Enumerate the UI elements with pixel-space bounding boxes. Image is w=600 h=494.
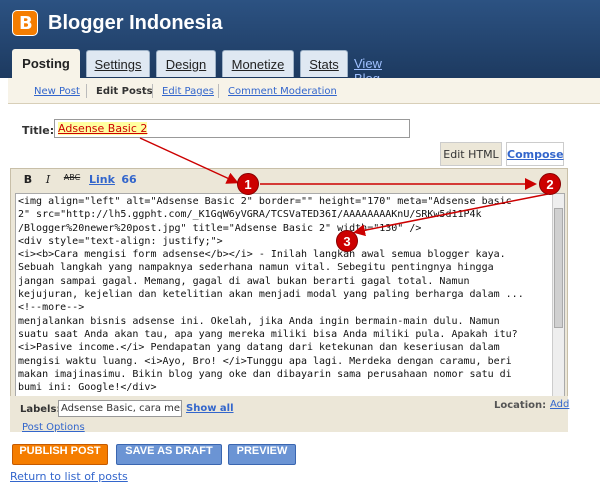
annotation-marker-2: 2 xyxy=(539,173,561,195)
html-line: bumi ini: Google!</div> xyxy=(18,382,157,394)
tab-settings[interactable]: Settings xyxy=(86,50,150,77)
subnav-divider xyxy=(152,84,153,98)
post-title-input[interactable]: Adsense Basic 2 xyxy=(54,119,410,138)
bold-button[interactable]: B xyxy=(21,173,35,193)
html-line: <!--more--> xyxy=(18,302,85,314)
post-meta-bar: Labels: Adsense Basic, cara men Show all… xyxy=(10,396,569,433)
html-line: <img align="left" alt="Adsense Basic 2" … xyxy=(18,196,512,207)
preview-button[interactable]: PREVIEW xyxy=(228,444,296,465)
post-editor: B I ABC Link 66 <img align="left" alt="A… xyxy=(10,168,568,408)
html-line: jangan sampai gagal. Memang, gagal di aw… xyxy=(18,275,470,287)
tab-monetize[interactable]: Monetize xyxy=(222,50,294,77)
subnav-divider xyxy=(86,84,87,98)
subnav-comment-moderation[interactable]: Comment Moderation xyxy=(228,86,337,97)
subnav-edit-posts[interactable]: Edit Posts xyxy=(96,86,153,97)
publish-post-button[interactable]: PUBLISH POST xyxy=(12,444,108,465)
html-editor-textarea[interactable]: <img align="left" alt="Adsense Basic 2" … xyxy=(15,193,565,398)
blockquote-icon[interactable]: 66 xyxy=(121,173,137,193)
show-all-labels-link[interactable]: Show all xyxy=(186,403,234,414)
labels-input[interactable]: Adsense Basic, cara men xyxy=(58,400,182,417)
html-line: Sebuah langkah yang nampaknya sederhana … xyxy=(18,262,494,274)
html-line: mengisi waktu luang. <i>Ayo, Bro! </i>Tu… xyxy=(18,355,512,367)
editor-scrollbar[interactable] xyxy=(552,194,564,397)
html-line: <i><b>Cara mengisi form adsense</b></i> … xyxy=(18,249,506,261)
annotation-marker-3: 3 xyxy=(336,230,358,252)
add-location-link[interactable]: Add xyxy=(550,399,569,410)
blog-header: B Blogger Indonesia Posting Settings Des… xyxy=(0,0,600,86)
tab-compose[interactable]: Compose xyxy=(506,142,564,166)
title-label: Title: xyxy=(22,124,55,137)
labels-label: Labels: xyxy=(20,404,61,415)
html-line: /Blogger%20newer%20post.jpg" title="Adse… xyxy=(18,222,422,234)
subnav-new-post[interactable]: New Post xyxy=(34,86,80,97)
subnav-edit-pages[interactable]: Edit Pages xyxy=(162,86,214,97)
annotation-marker-1: 1 xyxy=(237,173,259,195)
html-line: 2" src="http://lh5.ggpht.com/_K1GqW6yVGR… xyxy=(18,209,482,221)
link-button[interactable]: Link xyxy=(89,173,115,193)
tab-posting[interactable]: Posting xyxy=(12,49,80,78)
html-line: <i>Pasive income.</i> Pendapatan yang da… xyxy=(18,342,500,354)
save-as-draft-button[interactable]: SAVE AS DRAFT xyxy=(116,444,222,465)
return-to-posts-link[interactable]: Return to list of posts xyxy=(10,470,128,483)
blog-title: Blogger Indonesia xyxy=(48,12,223,34)
sub-navigation: New Post Edit Posts Edit Pages Comment M… xyxy=(8,78,600,104)
html-line: suatu saat Anda akan tau, apa yang merek… xyxy=(18,328,518,340)
html-line: kejujuran, kejelian dan ketelitian akan … xyxy=(18,289,524,301)
italic-button[interactable]: I xyxy=(41,173,55,193)
strikethrough-button[interactable]: ABC xyxy=(61,173,83,193)
html-line: <div style="text-align: justify;"> xyxy=(18,235,223,247)
scrollbar-thumb[interactable] xyxy=(554,208,563,328)
post-options-link[interactable]: Post Options xyxy=(22,422,85,433)
tab-design[interactable]: Design xyxy=(156,50,216,77)
subnav-divider xyxy=(218,84,219,98)
tab-stats[interactable]: Stats xyxy=(300,50,348,77)
html-line: makan imajinasimu. Bikin blog yang oke d… xyxy=(18,368,512,380)
location-label: Location: xyxy=(494,400,547,411)
html-line: menjalankan bisnis adsense ini. Okelah, … xyxy=(18,315,500,327)
blogger-logo-icon: B xyxy=(12,10,38,36)
post-title-value: Adsense Basic 2 xyxy=(58,122,148,135)
tab-edit-html[interactable]: Edit HTML xyxy=(440,142,502,166)
